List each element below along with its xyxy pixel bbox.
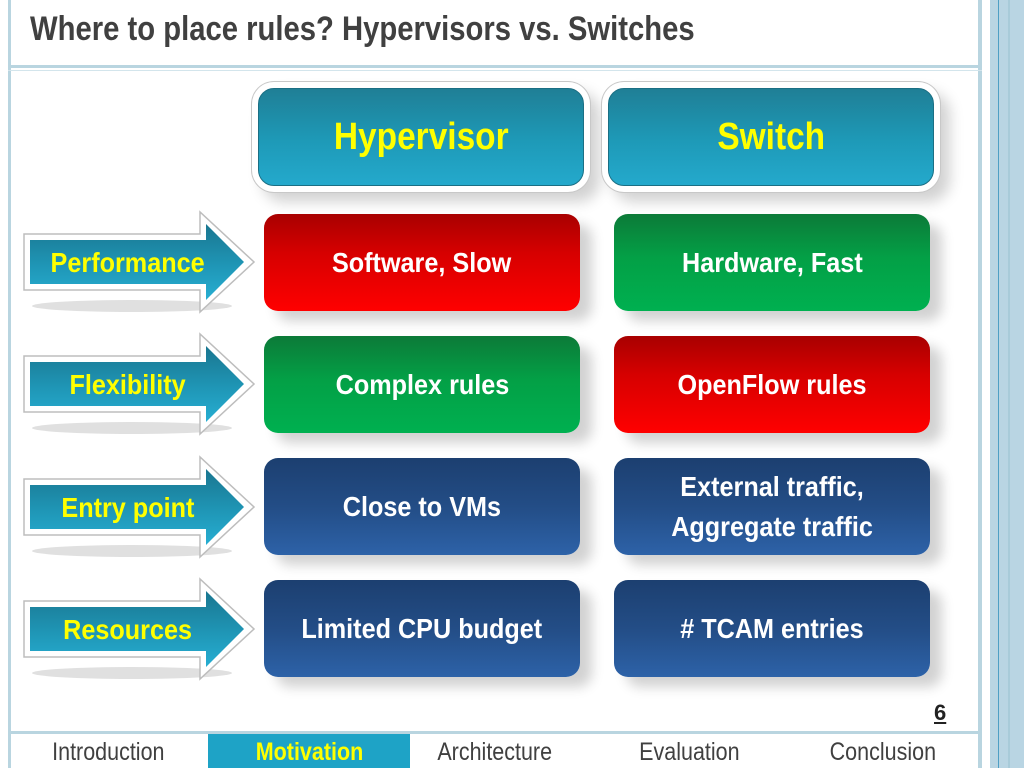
nav-item-conclusion[interactable]: Conclusion — [798, 734, 968, 768]
row-label: Resources — [63, 613, 193, 645]
nav-item-label: Architecture — [437, 738, 553, 766]
row-arrow-performance: Performance — [22, 210, 256, 315]
row-arrow-resources: Resources — [22, 577, 256, 682]
slide-title: Where to place rules? Hypervisors vs. Sw… — [30, 10, 695, 48]
cell-text: External traffic, Aggregate traffic — [671, 470, 873, 542]
row-arrow-entry-point: Entry point — [22, 455, 256, 560]
cell-text: Limited CPU budget — [301, 612, 543, 644]
nav-item-evaluation[interactable]: Evaluation — [604, 734, 774, 768]
cell-hypervisor-entry-point: Close to VMs — [264, 458, 580, 555]
row-label: Entry point — [61, 491, 195, 523]
row-label: Performance — [50, 246, 206, 278]
cell-text: OpenFlow rules — [677, 368, 867, 400]
nav-item-label: Motivation — [255, 738, 363, 766]
nav-item-label: Conclusion — [829, 738, 937, 766]
cell-switch-flexibility: OpenFlow rules — [614, 336, 930, 433]
slide-frame-right — [978, 0, 982, 768]
title-divider-thin — [8, 70, 982, 71]
cell-text: Hardware, Fast — [681, 246, 863, 278]
column-header-hypervisor: Hypervisor — [252, 82, 590, 192]
row-arrow-flexibility: Flexibility — [22, 332, 256, 437]
section-nav: Introduction Motivation Architecture Eva… — [12, 734, 978, 768]
column-header-switch: Switch — [602, 82, 940, 192]
slide-frame-left — [8, 0, 11, 768]
cell-text: Close to VMs — [342, 490, 502, 522]
cell-hypervisor-resources: Limited CPU budget — [264, 580, 580, 677]
column-header-label: Hypervisor — [333, 115, 509, 158]
nav-item-architecture[interactable]: Architecture — [410, 734, 580, 768]
cell-text: # TCAM entries — [680, 612, 864, 644]
cell-switch-resources: # TCAM entries — [614, 580, 930, 677]
slide-side-strip — [990, 0, 1024, 768]
row-label: Flexibility — [69, 368, 187, 400]
side-strip-line — [998, 0, 999, 768]
nav-item-introduction[interactable]: Introduction — [12, 734, 204, 768]
cell-switch-entry-point: External traffic, Aggregate traffic — [614, 458, 930, 555]
column-header-label: Switch — [717, 115, 825, 158]
cell-switch-performance: Hardware, Fast — [614, 214, 930, 311]
cell-hypervisor-performance: Software, Slow — [264, 214, 580, 311]
side-strip-line-2 — [1008, 0, 1010, 768]
cell-text: Complex rules — [335, 368, 509, 400]
cell-hypervisor-flexibility: Complex rules — [264, 336, 580, 433]
nav-item-label: Introduction — [51, 738, 165, 766]
title-divider — [8, 65, 982, 68]
nav-item-motivation[interactable]: Motivation — [208, 734, 410, 768]
nav-item-label: Evaluation — [638, 738, 740, 766]
page-number: 6 — [934, 700, 947, 725]
cell-text: Software, Slow — [332, 246, 512, 278]
